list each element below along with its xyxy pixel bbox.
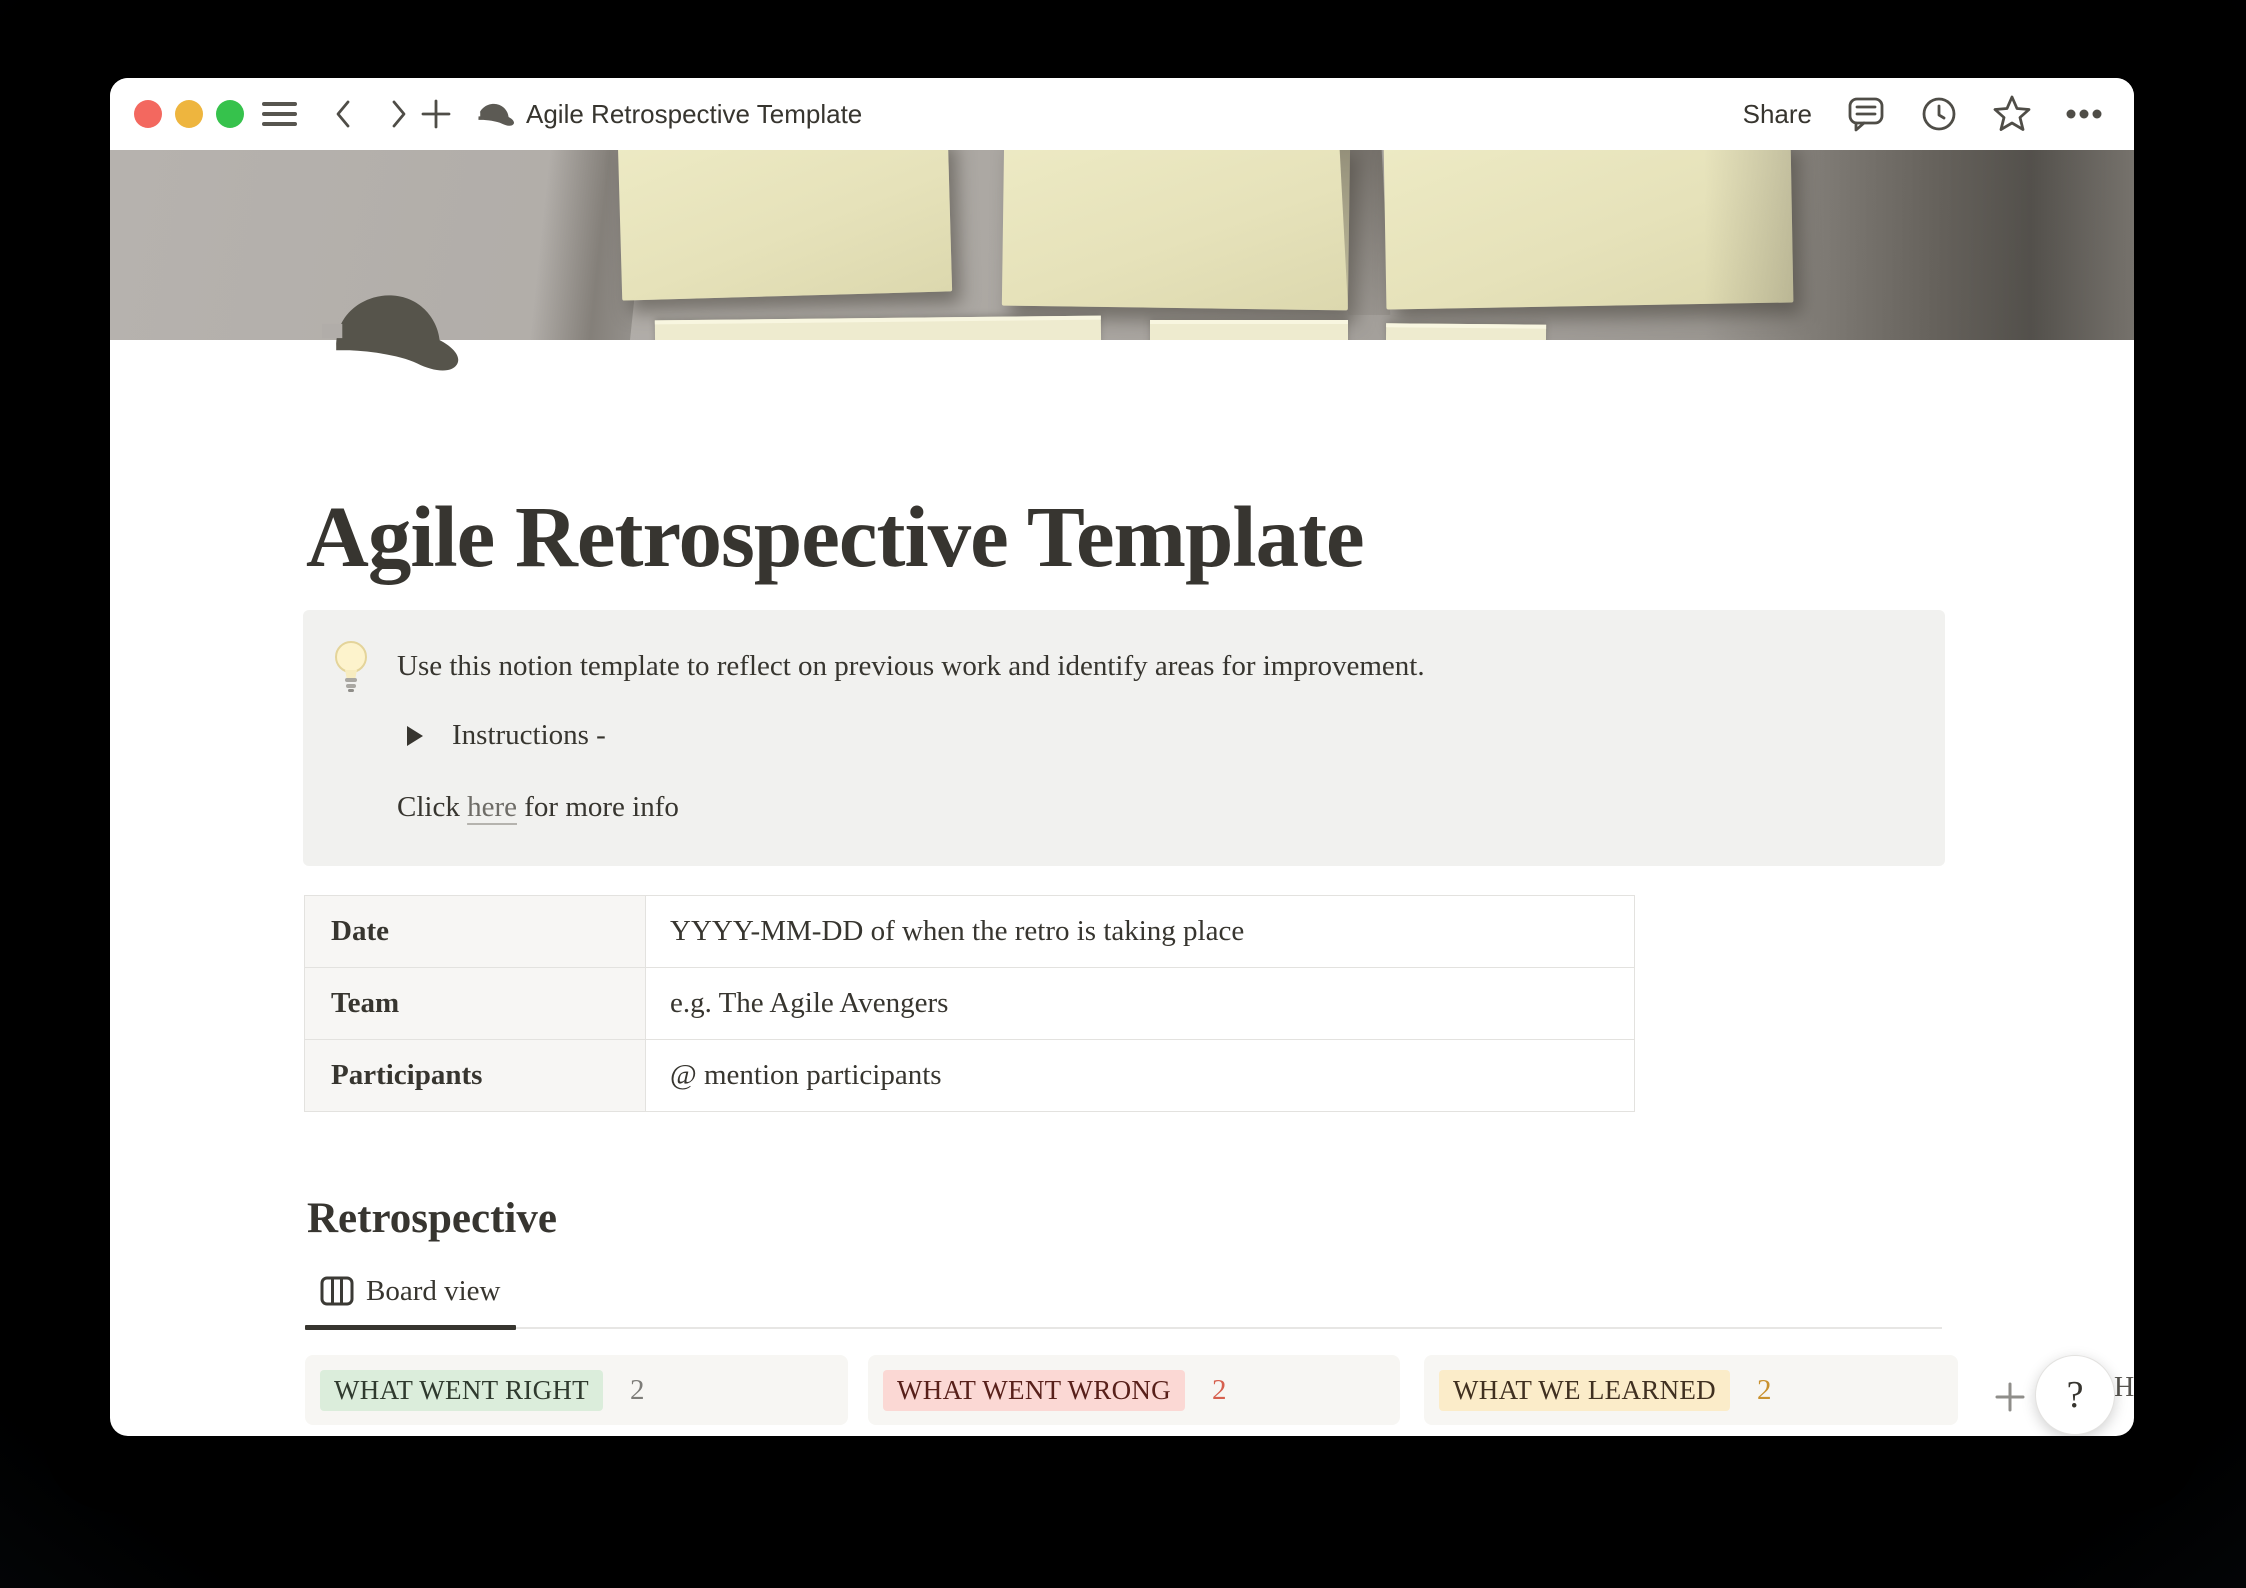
link-prefix-text: Click <box>397 791 467 823</box>
breadcrumb-page-title[interactable]: Agile Retrospective Template <box>526 78 862 150</box>
board-group-what-we-learned: WHAT WE LEARNED 2 <box>1424 1355 1958 1425</box>
property-label-date: Date <box>305 896 646 967</box>
forward-button[interactable] <box>382 78 416 150</box>
property-label-participants: Participants <box>305 1040 646 1111</box>
cover-right-shadow <box>1704 150 2134 340</box>
board-group-what-went-wrong: WHAT WENT WRONG 2 <box>868 1355 1400 1425</box>
section-heading: Retrospective <box>307 1194 557 1243</box>
share-button[interactable]: Share <box>1743 99 1812 130</box>
table-row: Participants @ mention participants <box>305 1040 1634 1112</box>
desktop-background: Agile Retrospective Template Share <box>0 0 2246 1588</box>
cover-sticky-note <box>618 150 952 301</box>
group-badge[interactable]: WHAT WE LEARNED <box>1439 1370 1730 1411</box>
notion-app-window: Agile Retrospective Template Share <box>110 78 2134 1436</box>
more-options-icon[interactable] <box>2066 108 2102 120</box>
instructions-toggle[interactable]: Instructions - <box>407 719 606 752</box>
history-clock-icon[interactable] <box>1920 95 1958 133</box>
toggle-triangle-icon <box>407 726 423 746</box>
favorite-star-icon[interactable] <box>1992 94 2032 134</box>
cover-sticky-note <box>1150 320 1348 340</box>
toggle-label: Instructions - <box>452 719 606 752</box>
chevron-left-icon <box>334 99 352 129</box>
cap-icon <box>474 101 516 127</box>
cover-wall-shadow <box>1340 150 1391 315</box>
close-window-button[interactable] <box>134 100 162 128</box>
properties-table: Date YYYY-MM-DD of when the retro is tak… <box>304 895 1635 1112</box>
tab-board-view[interactable]: Board view <box>320 1270 501 1312</box>
tab-label: Board view <box>366 1275 501 1308</box>
property-value-participants[interactable]: @ mention participants <box>646 1040 1634 1111</box>
property-label-team: Team <box>305 968 646 1039</box>
property-value-team[interactable]: e.g. The Agile Avengers <box>646 968 1634 1039</box>
back-button[interactable] <box>326 78 360 150</box>
plus-icon <box>421 99 451 129</box>
tab-divider <box>305 1327 1942 1329</box>
cover-sticky-note <box>655 316 1101 340</box>
callout-text: Use this notion template to reflect on p… <box>397 646 1425 686</box>
comments-icon[interactable] <box>1846 94 1886 134</box>
callout-link-line: Click here for more info <box>397 791 679 824</box>
page-title[interactable]: Agile Retrospective Template <box>306 486 1364 587</box>
here-link[interactable]: here <box>467 791 517 823</box>
board-view-icon <box>320 1276 354 1306</box>
add-group-button[interactable] <box>1994 1381 2026 1418</box>
cover-sticky-note <box>1386 323 1546 340</box>
chevron-right-icon <box>390 99 408 129</box>
group-count: 2 <box>1757 1374 1772 1407</box>
property-value-date[interactable]: YYYY-MM-DD of when the retro is taking p… <box>646 896 1634 967</box>
group-count: 2 <box>630 1374 645 1407</box>
overflow-group-label: H <box>2114 1372 2134 1404</box>
lightbulb-icon <box>331 640 371 694</box>
active-tab-underline <box>305 1325 516 1330</box>
titlebar: Agile Retrospective Template Share <box>110 78 2134 150</box>
board-group-what-went-right: WHAT WENT RIGHT 2 <box>305 1355 848 1425</box>
sidebar-menu-icon[interactable] <box>260 78 298 150</box>
new-tab-button[interactable] <box>418 78 454 150</box>
table-row: Date YYYY-MM-DD of when the retro is tak… <box>305 896 1634 968</box>
breadcrumb-page-icon[interactable] <box>472 78 518 150</box>
link-suffix-text: for more info <box>517 791 679 823</box>
zoom-window-button[interactable] <box>216 100 244 128</box>
group-badge[interactable]: WHAT WENT RIGHT <box>320 1370 603 1411</box>
group-count: 2 <box>1212 1374 1227 1407</box>
group-badge[interactable]: WHAT WENT WRONG <box>883 1370 1185 1411</box>
help-button[interactable]: ? <box>2035 1355 2115 1435</box>
cap-icon <box>322 284 464 376</box>
callout-block: Use this notion template to reflect on p… <box>303 610 1945 866</box>
page-icon-button[interactable] <box>322 284 464 376</box>
minimize-window-button[interactable] <box>175 100 203 128</box>
table-row: Team e.g. The Agile Avengers <box>305 968 1634 1040</box>
cover-sticky-note <box>1002 150 1350 310</box>
plus-icon <box>1994 1381 2026 1413</box>
